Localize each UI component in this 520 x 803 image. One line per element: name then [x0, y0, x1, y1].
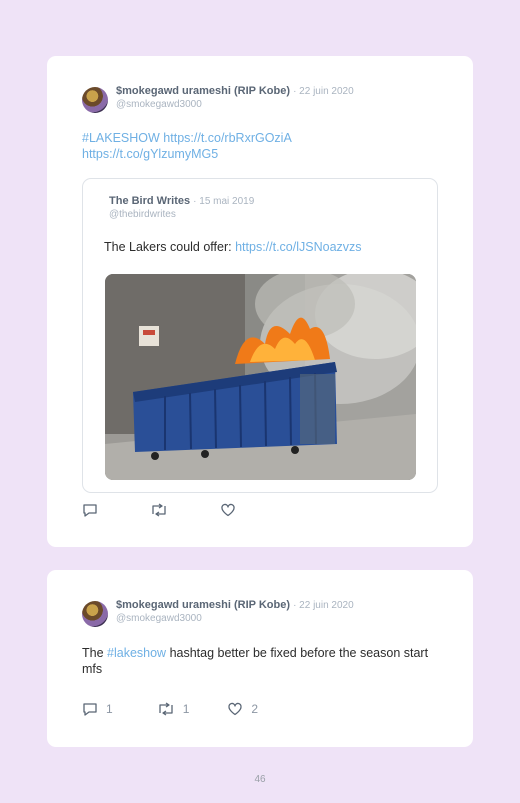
heart-icon — [228, 702, 243, 716]
tweet-text-before: The — [82, 646, 108, 660]
quoted-tweet-text: The Lakers could offer: https://t.co/lJS… — [104, 240, 362, 254]
reply-button[interactable] — [82, 503, 106, 517]
url-link[interactable]: https://t.co/lJSNoazvzs — [235, 240, 361, 254]
quoted-text-body: The Lakers could offer: — [104, 240, 236, 254]
hashtag-link[interactable]: #lakeshow — [107, 646, 166, 660]
tweet-text: The #lakeshow hashtag better be fixed be… — [82, 645, 429, 677]
tweet-date[interactable]: · 22 juin 2020 — [293, 600, 354, 611]
avatar[interactable] — [82, 601, 108, 627]
reply-icon — [83, 504, 97, 517]
quoted-tweet[interactable]: The Bird Writes · 15 mai 2019 @thebirdwr… — [82, 178, 438, 493]
quoted-author-handle[interactable]: @thebirdwrites — [109, 208, 254, 222]
reply-icon — [83, 703, 97, 716]
quoted-tweet-date[interactable]: · 15 mai 2019 — [193, 196, 254, 207]
avatar[interactable] — [82, 87, 108, 113]
url-link[interactable]: https://t.co/rbRxrGOziA — [163, 131, 292, 145]
tweet-actions: 1 1 2 — [82, 702, 302, 716]
author-handle[interactable]: @smokegawd3000 — [116, 98, 354, 112]
retweet-icon — [152, 503, 166, 517]
author-name[interactable]: $mokegawd urameshi (RIP Kobe) — [116, 85, 290, 97]
url-link[interactable]: https://t.co/gYlzumyMG5 — [82, 147, 218, 161]
hashtag-link[interactable]: #LAKESHOW — [82, 131, 160, 145]
tweet-actions — [82, 503, 288, 517]
heart-icon — [221, 503, 235, 517]
like-button[interactable]: 2 — [227, 702, 258, 716]
tweet-card: $mokegawd urameshi (RIP Kobe) · 22 juin … — [47, 570, 473, 747]
like-count: 2 — [251, 702, 259, 716]
tweet-header: $mokegawd urameshi (RIP Kobe) · 22 juin … — [82, 85, 354, 113]
burning-dumpster-image[interactable] — [105, 274, 416, 480]
retweet-count: 1 — [182, 702, 190, 716]
retweet-icon — [159, 702, 173, 716]
tweet-card: $mokegawd urameshi (RIP Kobe) · 22 juin … — [47, 56, 473, 547]
quoted-author-name[interactable]: The Bird Writes — [109, 195, 190, 207]
quoted-tweet-header: The Bird Writes · 15 mai 2019 @thebirdwr… — [109, 195, 254, 222]
tweet-header: $mokegawd urameshi (RIP Kobe) · 22 juin … — [82, 599, 354, 627]
tweet-text: #LAKESHOW https://t.co/rbRxrGOziA https:… — [82, 130, 433, 162]
like-button[interactable] — [220, 503, 244, 517]
author-name[interactable]: $mokegawd urameshi (RIP Kobe) — [116, 599, 290, 611]
page-number: 46 — [254, 774, 266, 785]
retweet-button[interactable] — [150, 503, 176, 517]
retweet-button[interactable]: 1 — [157, 702, 190, 716]
reply-button[interactable]: 1 — [82, 702, 113, 716]
author-handle[interactable]: @smokegawd3000 — [116, 612, 354, 626]
tweet-date[interactable]: · 22 juin 2020 — [293, 86, 354, 97]
reply-count: 1 — [106, 702, 113, 716]
media-illustration — [105, 274, 416, 480]
